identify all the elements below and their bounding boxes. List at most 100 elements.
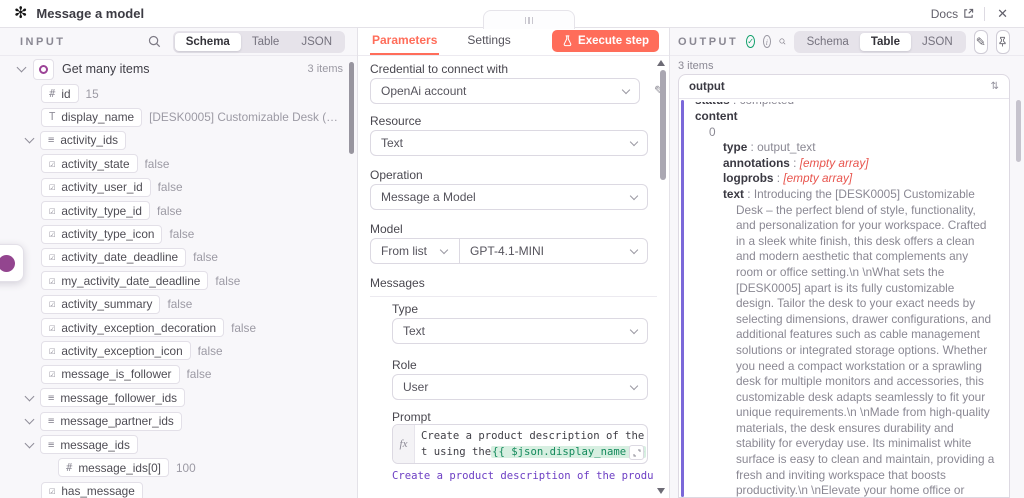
schema-field-row[interactable]: ☑ message_is_follower false [0, 363, 357, 386]
pin-data-icon[interactable] [995, 29, 1010, 54]
parameters-scrollbar[interactable] [660, 70, 666, 180]
parameters-panel: Parameters Settings Execute step Credent… [357, 28, 670, 498]
field-pill[interactable]: ☑ activity_exception_decoration [41, 318, 225, 338]
bool-type-icon: ☑ [49, 368, 56, 381]
chevron-down-icon [621, 85, 631, 95]
field-pill[interactable]: ☑ activity_date_deadline [41, 247, 187, 267]
source-node-row[interactable]: Get many items 3 items [0, 56, 357, 82]
search-icon[interactable] [779, 35, 786, 48]
field-pill[interactable]: ☑ has_message [41, 481, 143, 498]
collapse-column-icon[interactable]: ⇅ [991, 81, 999, 92]
chevron-down-icon[interactable] [24, 438, 35, 448]
field-pill[interactable]: ☑ activity_type_icon [41, 224, 163, 244]
resource-label: Resource [370, 114, 422, 128]
field-pill[interactable]: ≡ message_follower_ids [40, 388, 186, 408]
prompt-expression-editor[interactable]: fx Create a product description of the p… [392, 424, 648, 464]
input-panel: INPUT Schema Table JSON Get many items 3 i… [0, 28, 357, 498]
field-pill[interactable]: ≡ message_partner_ids [40, 411, 182, 431]
schema-field-row[interactable]: ☑ activity_exception_decoration false [0, 316, 357, 339]
search-icon[interactable] [148, 35, 161, 48]
tab-schema[interactable]: Schema [174, 32, 241, 51]
chevron-down-icon[interactable] [16, 62, 27, 73]
chevron-down-icon [439, 245, 449, 254]
schema-field-row[interactable]: ☑ activity_user_id false [0, 176, 357, 199]
output-kv-row: logprobs : [empty array] [723, 171, 853, 186]
schema-field-row[interactable]: ≡ activity_ids [0, 129, 357, 152]
tab-json[interactable]: JSON [911, 33, 964, 51]
schema-field-row[interactable]: ☑ activity_exception_icon false [0, 339, 357, 362]
resource-select[interactable]: Text [370, 130, 648, 156]
field-name: display_name [61, 110, 135, 125]
output-table-card: output ⇅ status : completed content 0 ty… [678, 74, 1010, 498]
field-value: false [167, 297, 193, 312]
panel-drag-handle[interactable] [483, 10, 575, 29]
openai-logo-icon: ✻ [14, 4, 28, 22]
schema-field-row[interactable]: Tdisplay_name [DESK0005] Customizable Des… [0, 105, 357, 128]
output-scrollbar[interactable] [1016, 100, 1021, 162]
field-pill[interactable]: ≡ message_ids [40, 435, 138, 455]
edit-output-icon[interactable]: ✎ [973, 29, 988, 54]
chevron-down-icon[interactable] [24, 414, 35, 425]
field-pill[interactable]: ☑ activity_exception_icon [41, 341, 191, 361]
role-select[interactable]: User [392, 374, 648, 400]
messages-section: Messages [370, 276, 657, 297]
output-panel: OUTPUT ✓ i Schema Table JSON ✎ 3 items out… [670, 28, 1024, 498]
field-pill[interactable]: ☑ activity_type_id [41, 201, 150, 221]
tab-schema[interactable]: Schema [796, 33, 860, 51]
schema-field-row[interactable]: ☑ has_message [0, 480, 357, 498]
type-select[interactable]: Text [392, 318, 648, 344]
divider [984, 6, 986, 21]
schema-field-row[interactable]: ☑ activity_date_deadline false [0, 246, 357, 269]
field-pill[interactable]: # message_ids[0] [58, 458, 169, 478]
tab-table[interactable]: Table [241, 33, 291, 51]
schema-field-row[interactable]: ☑ activity_state false [0, 152, 357, 175]
input-scrollbar[interactable] [349, 62, 354, 154]
tab-settings[interactable]: Settings [465, 33, 512, 55]
execute-step-button[interactable]: Execute step [552, 30, 659, 52]
docs-link[interactable]: Docs [931, 7, 974, 21]
tab-parameters[interactable]: Parameters [370, 33, 440, 55]
chevron-down-icon[interactable] [24, 134, 35, 144]
schema-field-row[interactable]: # id 15 [0, 82, 357, 105]
schema-field-row[interactable]: ≡ message_follower_ids [0, 386, 357, 409]
fx-icon: fx [393, 425, 415, 463]
input-panel-title: INPUT [20, 35, 66, 48]
field-pill[interactable]: ☑ activity_state [41, 154, 138, 174]
schema-field-row[interactable]: # message_ids[0] 100 [0, 456, 357, 479]
schema-field-row[interactable]: ≡ message_ids [0, 433, 357, 456]
schema-field-row[interactable]: ☑ activity_summary false [0, 293, 357, 316]
previous-node-button[interactable] [0, 244, 24, 282]
credential-select[interactable]: OpenAi account [370, 78, 640, 104]
chevron-down-icon [629, 191, 639, 201]
chevron-down-icon[interactable] [24, 391, 35, 402]
bool-type-icon: ☑ [49, 204, 56, 217]
field-pill[interactable]: ☑ my_activity_date_deadline [41, 271, 209, 291]
close-icon[interactable]: ✕ [995, 6, 1010, 22]
tab-table[interactable]: Table [859, 32, 912, 51]
model-select[interactable]: From list GPT-4.1-MINI [370, 238, 648, 264]
field-pill[interactable]: ≡ activity_ids [40, 130, 127, 150]
field-pill[interactable]: Tdisplay_name [41, 107, 143, 127]
field-pill[interactable]: ☑ activity_summary [41, 294, 161, 314]
scroll-up-arrow[interactable] [657, 60, 665, 66]
schema-field-row[interactable]: ☑ activity_type_icon false [0, 222, 357, 245]
bool-type-icon: ☑ [49, 321, 56, 334]
info-icon[interactable]: i [762, 35, 771, 48]
field-value: [DESK0005] Customizable Desk (White, Cus… [149, 110, 357, 125]
field-pill[interactable]: ☑ activity_user_id [41, 177, 151, 197]
field-pill[interactable]: ☑ message_is_follower [41, 364, 180, 384]
schema-field-row[interactable]: ☑ activity_type_id false [0, 199, 357, 222]
expression-expand-icon[interactable] [629, 445, 644, 460]
scroll-down-arrow[interactable] [657, 488, 665, 494]
schema-field-row[interactable]: ☑ my_activity_date_deadline false [0, 269, 357, 292]
chevron-down-icon [629, 325, 639, 335]
output-json-view[interactable]: status : completed content 0 type : outp… [679, 100, 1009, 497]
output-column-name: output [689, 80, 725, 93]
model-mode-select[interactable]: From list [381, 239, 460, 263]
prompt-text-line1: Create a product description of the prod… [421, 430, 647, 442]
schema-field-row[interactable]: ≡ message_partner_ids [0, 409, 357, 432]
field-value: false [193, 250, 218, 265]
operation-select[interactable]: Message a Model [370, 184, 648, 210]
field-pill[interactable]: # id [41, 84, 79, 104]
tab-json[interactable]: JSON [290, 33, 343, 51]
